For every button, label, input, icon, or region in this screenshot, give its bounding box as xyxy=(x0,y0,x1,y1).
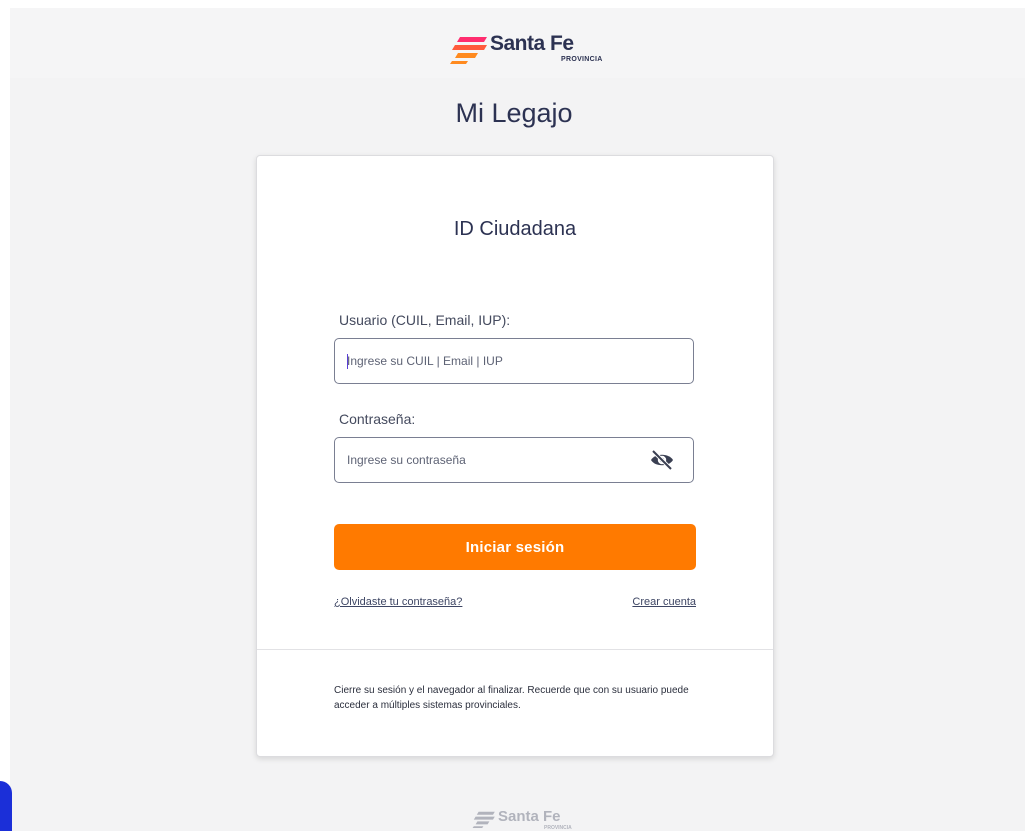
login-button[interactable]: Iniciar sesión xyxy=(334,524,696,570)
session-notice: Cierre su sesión y el navegador al final… xyxy=(334,685,689,711)
password-field[interactable] xyxy=(334,437,694,483)
create-account-link[interactable]: Crear cuenta xyxy=(632,596,696,608)
card-divider xyxy=(257,649,773,650)
floating-widget-edge[interactable] xyxy=(0,781,12,831)
page-title: Mi Legajo xyxy=(455,98,573,128)
login-page: Santa Fe PROVINCIA Mi Legajo ID Ciudadan… xyxy=(10,8,1025,831)
brand-subtitle: PROVINCIA xyxy=(561,56,603,63)
login-card: ID Ciudadana Usuario (CUIL, Email, IUP):… xyxy=(256,155,774,757)
password-input[interactable] xyxy=(347,438,637,482)
eye-off-icon[interactable] xyxy=(649,449,675,471)
login-card-title: ID Ciudadana xyxy=(453,218,577,240)
santa-fe-logo-icon xyxy=(450,37,487,64)
brand-name: Santa Fe xyxy=(490,32,574,55)
footer-brand-subtitle: PROVINCIA xyxy=(544,825,572,831)
username-input[interactable] xyxy=(347,339,637,383)
forgot-password-link[interactable]: ¿Olvidaste tu contraseña? xyxy=(334,596,462,608)
footer-logo: Santa Fe PROVINCIA xyxy=(472,808,572,831)
username-label: Usuario (CUIL, Email, IUP): xyxy=(339,312,511,328)
username-field[interactable] xyxy=(334,338,694,384)
password-label: Contraseña: xyxy=(339,411,416,427)
footer-logo-icon xyxy=(472,811,495,828)
footer-brand-name: Santa Fe xyxy=(498,808,561,825)
santa-fe-logo: Santa Fe PROVINCIA xyxy=(450,32,602,68)
